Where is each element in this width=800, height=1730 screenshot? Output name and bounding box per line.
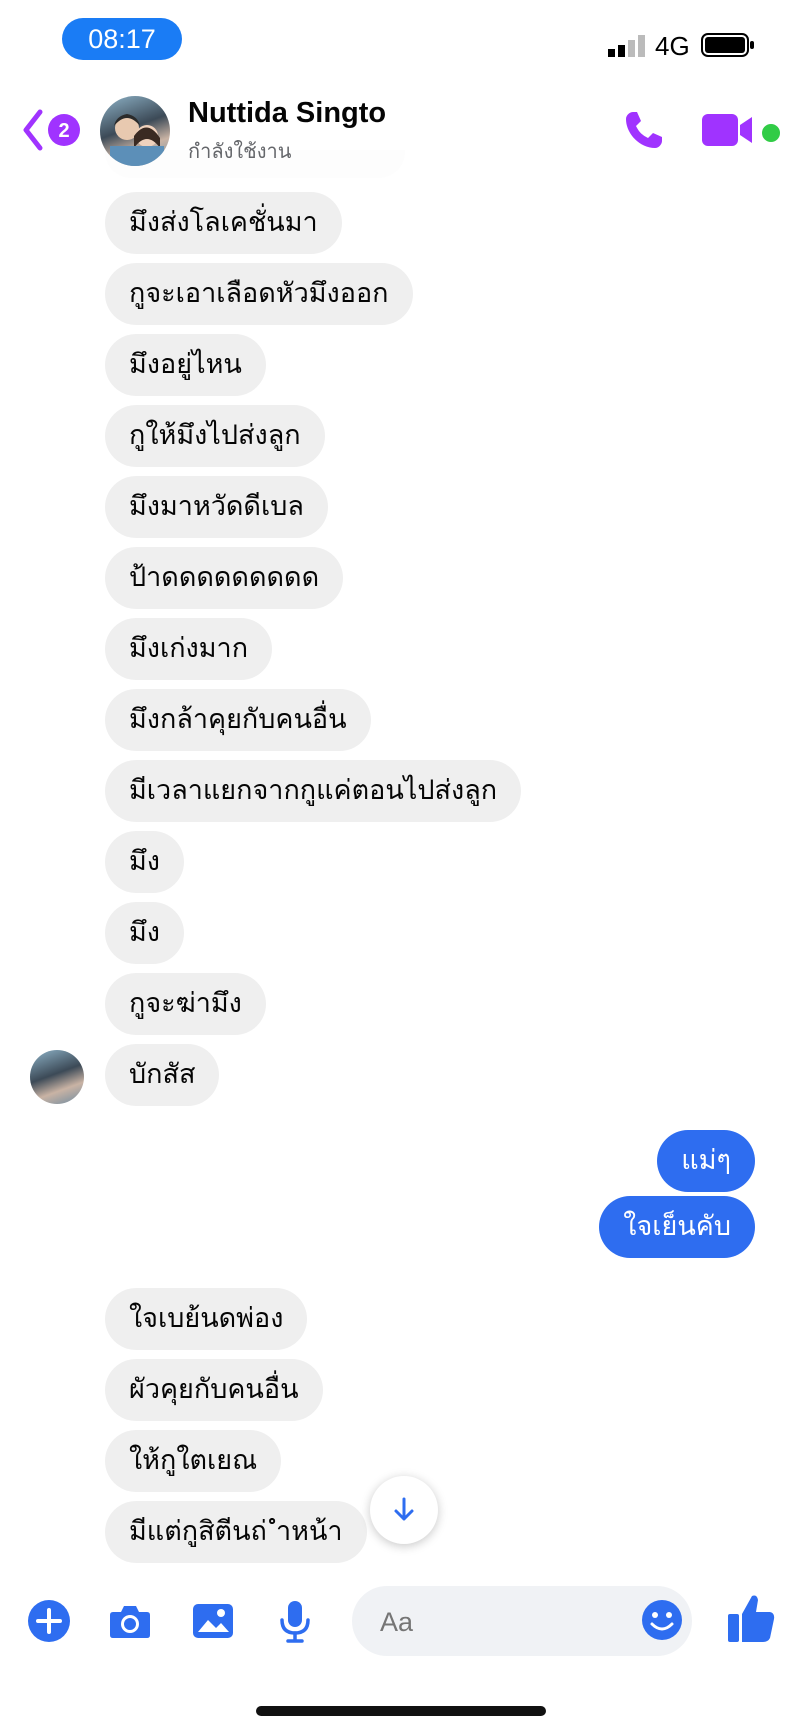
- arrow-down-icon: [394, 1497, 414, 1521]
- contact-name[interactable]: Nuttida Singto: [188, 97, 386, 130]
- active-status: กำลังใช้งาน: [188, 139, 292, 163]
- message-bubble-incoming[interactable]: ผัวคุยกับคนอื่น: [105, 1359, 323, 1421]
- home-indicator[interactable]: [256, 1706, 546, 1716]
- contact-avatar[interactable]: [100, 96, 170, 166]
- thumbs-up-icon[interactable]: [726, 1592, 776, 1644]
- message-thread[interactable]: มึงส่งโลเคชั่นมา กูจะเอาเลือดหัวมึงออก ม…: [0, 0, 800, 1570]
- message-bubble-incoming[interactable]: มึงอยู่ไหน: [105, 334, 266, 396]
- message-bubble-incoming[interactable]: กูจะเอาเลือดหัวมึงออก: [105, 263, 413, 325]
- microphone-icon[interactable]: [272, 1598, 318, 1644]
- message-bubble-incoming[interactable]: กูจะฆ่ามึง: [105, 973, 266, 1035]
- emoji-icon[interactable]: [640, 1598, 684, 1642]
- message-bubble-incoming[interactable]: มึงกล้าคุยกับคนอื่น: [105, 689, 371, 751]
- message-bubble-incoming[interactable]: มึงมาหวัดดีเบล: [105, 476, 328, 538]
- online-indicator: [760, 122, 782, 144]
- message-bubble-outgoing[interactable]: ใจเย็นคับ: [599, 1196, 755, 1258]
- phone-icon[interactable]: [620, 106, 668, 154]
- message-bubble-incoming[interactable]: ป้าดดดดดดดดด: [105, 547, 344, 609]
- message-bubble-incoming[interactable]: มีเวลาแยกจากกูแค่ตอนไปส่งลูก: [105, 760, 522, 822]
- sender-avatar[interactable]: [30, 1050, 84, 1104]
- message-bubble-incoming[interactable]: กูให้มึงไปส่งลูก: [105, 405, 325, 467]
- message-bubble-incoming[interactable]: มึงส่งโลเคชั่นมา: [105, 192, 342, 254]
- message-bubble-incoming[interactable]: มึงเก่งมาก: [105, 618, 273, 680]
- message-bubble-incoming[interactable]: ให้กูใตเยณ: [105, 1430, 282, 1492]
- camera-icon[interactable]: [107, 1598, 153, 1644]
- image-icon[interactable]: [190, 1598, 236, 1644]
- video-camera-icon[interactable]: [700, 110, 756, 150]
- message-bubble-incoming[interactable]: บักสัส: [105, 1044, 220, 1106]
- plus-icon[interactable]: [26, 1598, 72, 1644]
- message-input[interactable]: [378, 1586, 622, 1658]
- message-bubble-incoming[interactable]: มึง: [105, 831, 184, 893]
- message-bubble-incoming[interactable]: มึง: [105, 902, 184, 964]
- scroll-to-bottom-button[interactable]: [370, 1476, 438, 1544]
- message-bubble-outgoing[interactable]: แม่ๆ: [657, 1130, 755, 1192]
- message-bubble-incoming[interactable]: มีแต่กูสิตีนถ่ ำหน้า: [105, 1501, 367, 1563]
- message-bubble-incoming[interactable]: ใจเบย้นดพ่อง: [105, 1288, 308, 1350]
- unread-badge: 2: [58, 120, 69, 142]
- profile-photo: [110, 114, 164, 166]
- back-button[interactable]: 2: [22, 108, 82, 152]
